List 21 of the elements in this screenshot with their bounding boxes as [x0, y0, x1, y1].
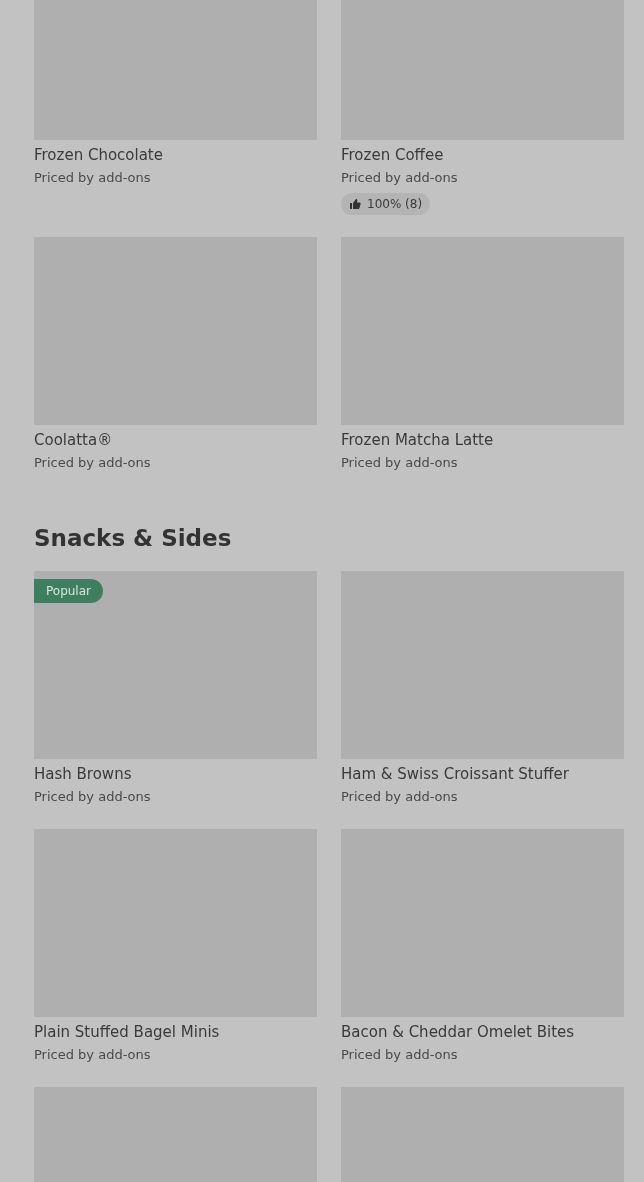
- item-name[interactable]: Plain Stuffed Bagel Minis: [34, 1022, 317, 1042]
- section-heading: Snacks & Sides: [34, 524, 232, 553]
- thumbs-up-icon: [349, 198, 361, 210]
- popular-badge: Popular: [34, 579, 103, 603]
- item-price: Priced by add-ons: [34, 169, 152, 187]
- item-price: Priced by add-ons: [341, 788, 459, 806]
- image-placeholder[interactable]: Popular: [34, 571, 317, 759]
- item-price: Priced by add-ons: [341, 1046, 459, 1064]
- item-price: Priced by add-ons: [341, 454, 459, 472]
- item-name[interactable]: Ham & Swiss Croissant Stuffer: [341, 764, 624, 784]
- item-price: Priced by add-ons: [34, 454, 152, 472]
- item-name[interactable]: Bacon & Cheddar Omelet Bites: [341, 1022, 624, 1042]
- item-name[interactable]: Coolatta®: [34, 430, 317, 450]
- item-name[interactable]: Hash Browns: [34, 764, 317, 784]
- item-name[interactable]: Frozen Coffee: [341, 145, 624, 165]
- item-name[interactable]: Frozen Chocolate: [34, 145, 317, 165]
- item-price: Priced by add-ons: [34, 788, 152, 806]
- item-price: Priced by add-ons: [34, 1046, 152, 1064]
- item-price: Priced by add-ons: [341, 169, 459, 187]
- item-name[interactable]: Frozen Matcha Latte: [341, 430, 624, 450]
- rating-text: 100% (8): [367, 197, 423, 211]
